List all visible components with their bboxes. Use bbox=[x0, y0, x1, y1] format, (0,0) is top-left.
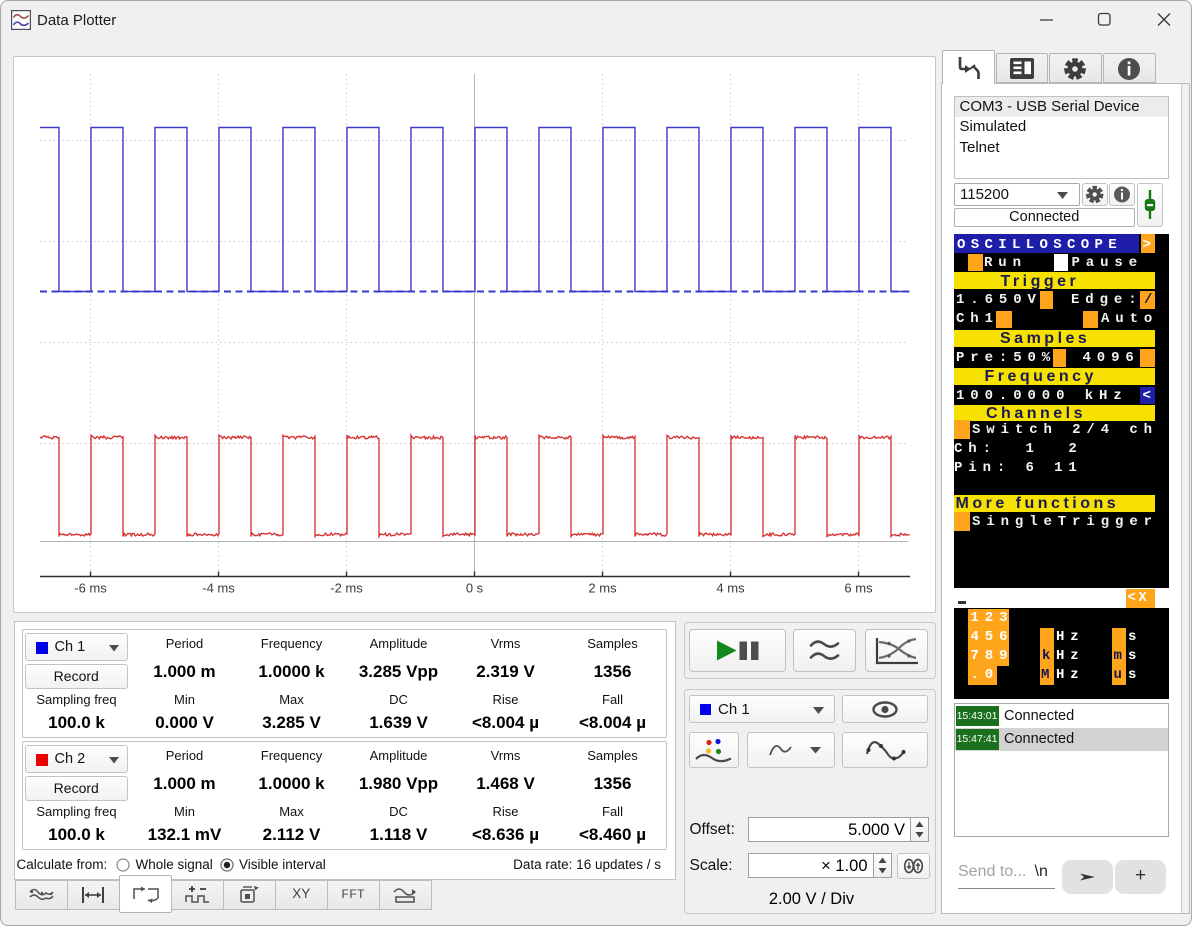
svg-text:-6 ms: -6 ms bbox=[74, 581, 107, 596]
svg-text:0 s: 0 s bbox=[466, 581, 484, 596]
svg-text:4 ms: 4 ms bbox=[716, 581, 745, 596]
svg-text:-4 ms: -4 ms bbox=[202, 581, 235, 596]
svg-text:-2 ms: -2 ms bbox=[330, 581, 363, 596]
svg-text:6 ms: 6 ms bbox=[844, 581, 873, 596]
svg-text:2 ms: 2 ms bbox=[588, 581, 617, 596]
